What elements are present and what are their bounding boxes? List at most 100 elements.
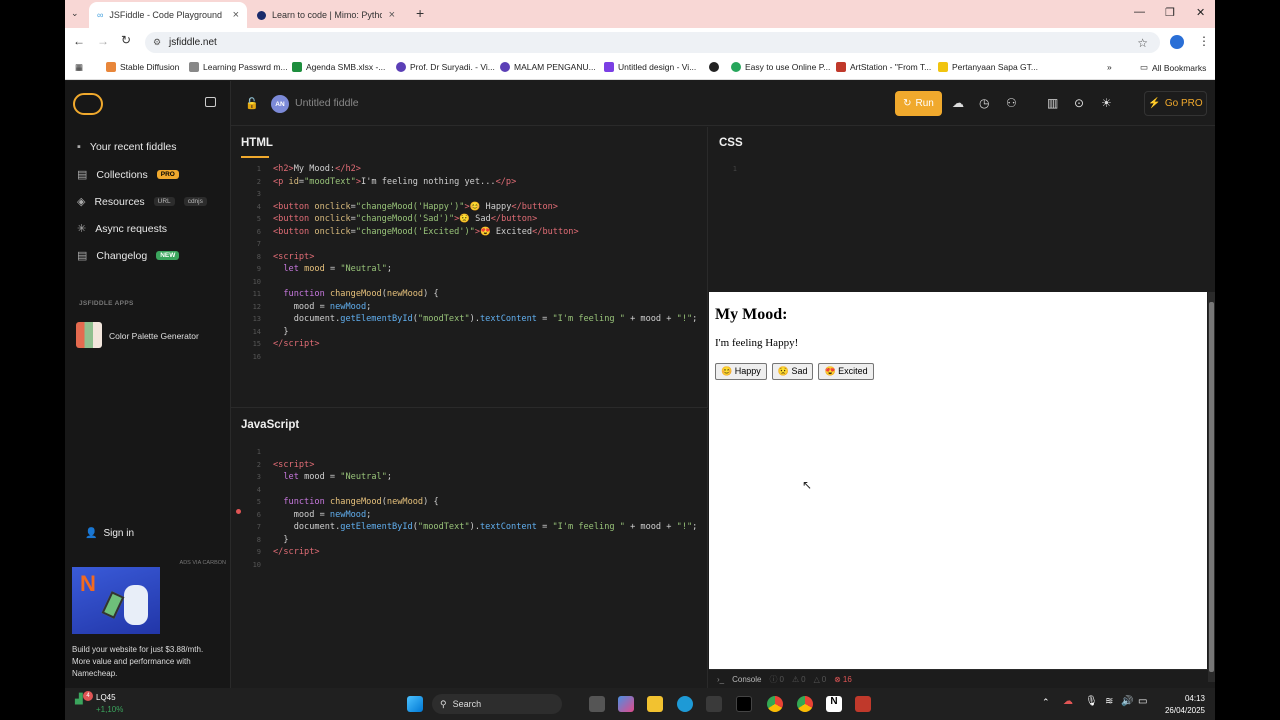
- palette-app-icon[interactable]: [76, 322, 102, 348]
- bookmark-item[interactable]: Learning Passwrd m...: [189, 62, 288, 72]
- microphone-icon[interactable]: 🎙: [1085, 696, 1098, 707]
- chrome-icon[interactable]: [767, 696, 783, 712]
- menu-dots-icon[interactable]: ⋮: [1198, 34, 1210, 48]
- edge-icon[interactable]: [677, 696, 693, 712]
- profile-avatar[interactable]: [1170, 35, 1184, 49]
- sidebar-item-resources[interactable]: ◈ Resources URL cdnjs: [77, 195, 207, 208]
- cdnjs-tag[interactable]: cdnjs: [183, 197, 207, 206]
- html-panel-title[interactable]: HTML: [241, 137, 273, 149]
- excited-button[interactable]: 😍 Excited: [818, 363, 874, 380]
- clock-date[interactable]: 26/04/2025: [1155, 706, 1205, 715]
- jsfiddle-logo-icon[interactable]: [73, 93, 103, 115]
- reload-icon[interactable]: ↻: [121, 33, 131, 47]
- site-info-icon[interactable]: ⚙: [153, 37, 161, 48]
- clock-time[interactable]: 04:13: [1155, 694, 1205, 703]
- js-code-editor[interactable]: <script> let mood = "Neutral"; function …: [273, 446, 697, 559]
- settings-toggle-icon[interactable]: ⊙: [1074, 96, 1084, 110]
- bookmark-item[interactable]: Easy to use Online P...: [731, 62, 830, 72]
- notion-icon[interactable]: N: [826, 696, 842, 712]
- lock-icon[interactable]: 🔓: [245, 97, 259, 110]
- bookmark-item[interactable]: Agenda SMB.xlsx -...: [292, 62, 385, 72]
- happy-button[interactable]: 😊 Happy: [715, 363, 767, 380]
- forward-icon[interactable]: →: [97, 34, 109, 48]
- ad-text[interactable]: Build your website for just $3.88/mth. M…: [72, 644, 222, 680]
- resources-icon: ◈: [77, 196, 86, 208]
- output-scrollbar[interactable]: [1208, 292, 1215, 682]
- bookmark-favicon-icon: [396, 62, 406, 72]
- wifi-icon[interactable]: ≋: [1105, 696, 1113, 707]
- go-pro-button[interactable]: ⚡ Go PRO: [1144, 91, 1207, 116]
- save-cloud-icon[interactable]: ☁: [952, 96, 964, 110]
- app-icon[interactable]: [855, 696, 871, 712]
- history-icon[interactable]: ◷: [979, 96, 989, 110]
- minimize-icon[interactable]: —: [1134, 6, 1145, 18]
- url-tag[interactable]: URL: [153, 197, 175, 206]
- console-bar[interactable]: ›_ Console ⓘ 0 ⚠ 0 △ 0 ⊗ 16: [709, 669, 1208, 688]
- close-tab-icon[interactable]: ×: [233, 9, 239, 21]
- layout-icon[interactable]: ▥: [1047, 96, 1058, 110]
- new-tab-icon[interactable]: +: [416, 5, 424, 21]
- close-tab-icon[interactable]: ×: [389, 9, 395, 21]
- tab-jsfiddle[interactable]: ∞ JSFiddle - Code Playground ×: [89, 2, 247, 28]
- console-icon: ›_: [717, 674, 725, 684]
- css-code-editor[interactable]: [741, 163, 1201, 283]
- sidebar-item-collections[interactable]: ▤ Collections PRO: [77, 168, 179, 181]
- mouse-cursor-icon: ↖: [802, 478, 813, 492]
- volume-icon[interactable]: 🔊: [1121, 696, 1133, 707]
- result-frame[interactable]: My Mood: I'm feeling Happy! 😊 Happy 😟 Sa…: [709, 292, 1207, 669]
- color-palette-app[interactable]: Color Palette Generator: [109, 331, 199, 341]
- address-bar[interactable]: ⚙ jsfiddle.net ☆: [145, 32, 1160, 53]
- sidebar-item-async[interactable]: ✳ Async requests: [77, 222, 167, 236]
- phone-icon: [101, 591, 125, 619]
- bookmark-item[interactable]: Untitled design - Vi...: [604, 62, 696, 72]
- store-icon[interactable]: [706, 696, 722, 712]
- theme-sun-icon[interactable]: ☀: [1101, 96, 1112, 110]
- file-explorer-icon[interactable]: [647, 696, 663, 712]
- windows-start-icon[interactable]: [407, 696, 423, 712]
- astronaut-icon: [124, 585, 148, 625]
- sidebar-toggle-icon[interactable]: [205, 97, 216, 107]
- tiktok-icon[interactable]: [736, 696, 752, 712]
- css-panel-title[interactable]: CSS: [719, 137, 743, 149]
- chrome-profile-icon[interactable]: [797, 696, 813, 712]
- ad-image[interactable]: N: [72, 567, 160, 634]
- stock-ticker[interactable]: LQ45: [96, 693, 116, 702]
- collection-icon: ▤: [77, 169, 88, 181]
- task-view-icon[interactable]: [589, 696, 605, 712]
- fiddle-name-input[interactable]: Untitled fiddle: [295, 97, 359, 109]
- tab-search-icon[interactable]: ⌄: [71, 8, 79, 19]
- maximize-icon[interactable]: ❐: [1165, 6, 1175, 19]
- close-window-icon[interactable]: ✕: [1196, 6, 1205, 19]
- bookmarks-overflow-icon[interactable]: »: [1107, 62, 1112, 72]
- tray-app-icon[interactable]: ☁: [1063, 696, 1073, 707]
- taskbar-search[interactable]: ⚲ Search: [432, 694, 562, 714]
- sidebar-item-changelog[interactable]: ▤ Changelog NEW: [77, 249, 180, 262]
- html-code-editor[interactable]: <h2>My Mood:</h2> <p id="moodText">I'm f…: [273, 163, 697, 351]
- user-avatar[interactable]: AN: [271, 95, 289, 113]
- bookmark-item[interactable]: Pertanyaan Sapa GT...: [938, 62, 1038, 72]
- js-panel-title[interactable]: JavaScript: [241, 419, 299, 431]
- scrollbar-thumb[interactable]: [1209, 302, 1214, 672]
- bookmark-item[interactable]: ArtStation - "From T...: [836, 62, 931, 72]
- all-bookmarks[interactable]: ▭ All Bookmarks: [1140, 62, 1206, 73]
- console-log-icon: △: [813, 674, 820, 684]
- sad-button[interactable]: 😟 Sad: [771, 363, 814, 380]
- apps-grid-icon[interactable]: ▦: [75, 62, 83, 73]
- bookmark-item[interactable]: Prof. Dr Suryadi. - Vi...: [396, 62, 495, 72]
- sidebar-item-recent[interactable]: ▪ Your recent fiddles: [77, 141, 177, 153]
- sign-in-button[interactable]: 👤 Sign in: [85, 528, 134, 539]
- bookmark-item[interactable]: [709, 62, 719, 72]
- notification-badge: 4: [83, 691, 93, 701]
- copilot-icon[interactable]: [618, 696, 634, 712]
- bookmark-item[interactable]: MALAM PENGANU...: [500, 62, 596, 72]
- battery-icon[interactable]: ▭: [1138, 696, 1147, 707]
- bookmark-item[interactable]: Stable Diffusion: [106, 62, 179, 72]
- bookmark-star-icon[interactable]: ☆: [1137, 36, 1148, 50]
- collaborate-icon[interactable]: ⚇: [1006, 96, 1017, 110]
- back-icon[interactable]: ←: [73, 34, 85, 48]
- run-button[interactable]: ↻ Run: [895, 91, 942, 116]
- tab-mimo[interactable]: Learn to code | Mimo: Python, J ×: [249, 2, 403, 28]
- mimo-favicon-icon: [257, 10, 266, 20]
- sidebar: ▪ Your recent fiddles ▤ Collections PRO …: [65, 81, 231, 688]
- tray-chevron-icon[interactable]: ⌃: [1042, 697, 1050, 708]
